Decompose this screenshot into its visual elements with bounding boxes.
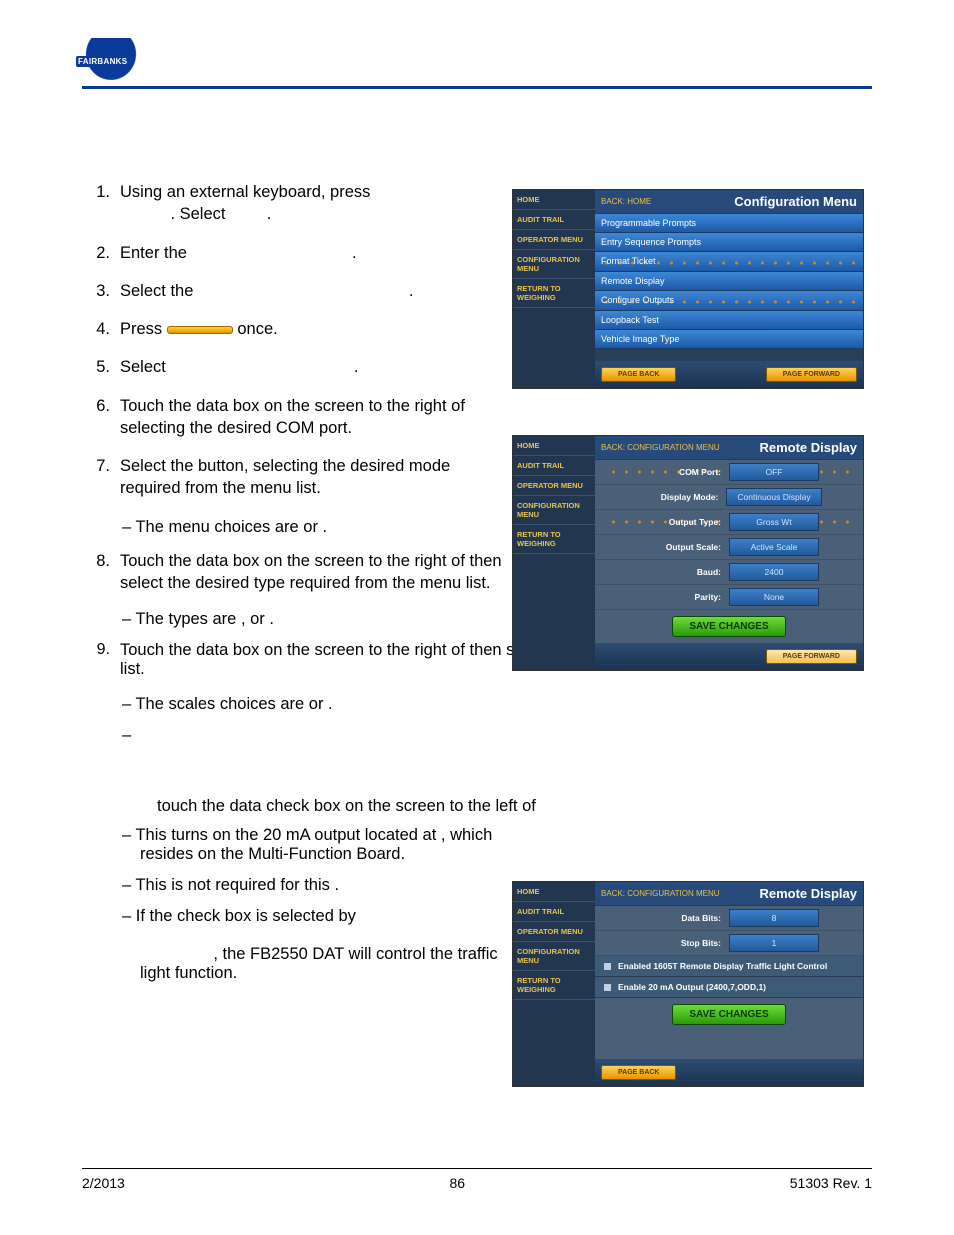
page-forward-button[interactable]: PAGE FORWARD [766,367,857,382]
page-back-button[interactable]: PAGE BACK [601,367,676,382]
screen-title: Remote Display [759,440,857,455]
value-data-bits[interactable]: 8 [729,909,819,927]
value-stop-bits[interactable]: 1 [729,934,819,952]
sidebar-home[interactable]: HOME [513,436,595,456]
back-home-label[interactable]: BACK: HOME [601,197,651,206]
sidebar-return-to-weighing[interactable]: RETURN TO WEIGHING [513,525,595,554]
value-parity[interactable]: None [729,588,819,606]
sub-a: This turns on the 20 mA output located a… [120,826,512,864]
sidebar-configuration-menu[interactable]: CONFIGURATION MENU [513,250,595,279]
checkbox-1605t-traffic-light[interactable]: Enabled 1605T Remote Display Traffic Lig… [595,956,863,977]
screenshot-remote-display-1: HOME AUDIT TRAIL OPERATOR MENU CONFIGURA… [512,435,864,671]
checkbox-enable-20ma[interactable]: Enable 20 mA Output (2400,7,ODD,1) [595,977,863,998]
step7-sub: The menu choices are or . [120,516,512,538]
value-display-mode[interactable]: Continuous Display [726,488,821,506]
menu-programmable-prompts[interactable]: Programmable Prompts [595,214,863,233]
step9-sub2 [120,726,872,745]
screen-title: Remote Display [759,886,857,901]
sidebar-home[interactable]: HOME [513,190,595,210]
screen-title: Configuration Menu [734,194,857,209]
page-forward-button[interactable]: PAGE FORWARD [766,649,857,664]
screenshot-remote-display-2: HOME AUDIT TRAIL OPERATOR MENU CONFIGURA… [512,881,864,1087]
screenshot-config-menu: HOME AUDIT TRAIL OPERATOR MENU CONFIGURA… [512,189,864,671]
sub-b: This is not required for this . [120,876,512,895]
value-output-scale[interactable]: Active Scale [729,538,819,556]
sidebar-operator-menu[interactable]: OPERATOR MENU [513,230,595,250]
label-output-scale: Output Scale: [639,542,729,552]
back-config-label[interactable]: BACK: CONFIGURATION MENU [601,889,720,898]
sidebar-home[interactable]: HOME [513,882,595,902]
page-footer: 2/2013 86 51303 Rev. 1 [82,1168,872,1191]
save-changes-button[interactable]: SAVE CHANGES [672,1004,785,1025]
step9-sub1: The scales choices are or . [120,695,872,714]
checkbox-icon[interactable] [603,983,612,992]
sidebar-operator-menu[interactable]: OPERATOR MENU [513,922,595,942]
sidebar-return-to-weighing[interactable]: RETURN TO WEIGHING [513,971,595,1000]
menu-entry-sequence-prompts[interactable]: Entry Sequence Prompts [595,233,863,252]
sidebar-audit-trail[interactable]: AUDIT TRAIL [513,902,595,922]
sidebar-audit-trail[interactable]: AUDIT TRAIL [513,456,595,476]
label-display-mode: Display Mode: [636,492,726,502]
page-header [82,38,872,89]
document-page: HOME AUDIT TRAIL OPERATOR MENU CONFIGURA… [0,0,954,1235]
page-back-button[interactable]: PAGE BACK [601,1065,676,1080]
value-baud[interactable]: 2400 [729,563,819,581]
save-changes-button[interactable]: SAVE CHANGES [672,616,785,637]
footer-page-number: 86 [450,1175,466,1191]
back-config-label[interactable]: BACK: CONFIGURATION MENU [601,443,720,452]
label-stop-bits: Stop Bits: [639,938,729,948]
label-data-bits: Data Bits: [639,913,729,923]
footer-date: 2/2013 [82,1175,125,1191]
label-output-type: Output Type: [639,517,729,527]
menu-loopback-test[interactable]: Loopback Test [595,311,863,330]
menu-vehicle-image-type[interactable]: Vehicle Image Type [595,330,863,349]
value-output-type[interactable]: Gross Wt [729,513,819,531]
sidebar-audit-trail[interactable]: AUDIT TRAIL [513,210,595,230]
mid-line: touch the data check box on the screen t… [157,797,872,816]
sidebar-configuration-menu[interactable]: CONFIGURATION MENU [513,496,595,525]
instruction-text: 1.Using an external keyboard, press . Se… [82,181,512,594]
sidebar-configuration-menu[interactable]: CONFIGURATION MENU [513,942,595,971]
checkbox-icon[interactable] [603,962,612,971]
menu-remote-display[interactable]: Remote Display [595,272,863,291]
value-com-port[interactable]: OFF [729,463,819,481]
footer-rev: 51303 Rev. 1 [790,1175,872,1191]
label-parity: Parity: [639,592,729,602]
sub-c: If the check box is selected by , the FB… [120,907,512,983]
label-baud: Baud: [639,567,729,577]
menu-configure-outputs[interactable]: Configure Outputs [595,291,863,311]
label-com-port: COM Port: [639,467,729,477]
fairbanks-logo [82,38,140,84]
sidebar-operator-menu[interactable]: OPERATOR MENU [513,476,595,496]
sidebar-return-to-weighing[interactable]: RETURN TO WEIGHING [513,279,595,308]
page-forward-inline-button [167,326,233,334]
menu-format-ticket[interactable]: Format Ticket [595,252,863,272]
